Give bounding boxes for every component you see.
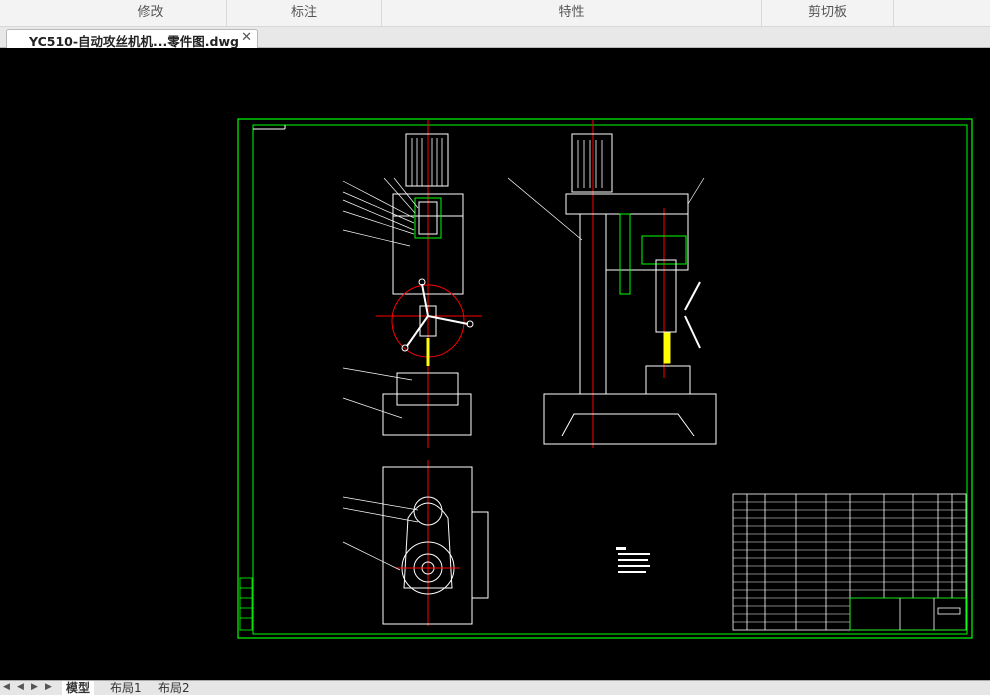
- ribbon-panel-modify[interactable]: 修改: [75, 0, 227, 26]
- document-tab-strip: YC510-自动攻丝机机...零件图.dwg ✕: [0, 27, 990, 49]
- drawing-border-inner: [252, 124, 968, 635]
- prev-layout-icon[interactable]: ◀: [17, 682, 24, 692]
- last-layout-icon[interactable]: ▶: [45, 682, 52, 692]
- drawing-border-outer: [237, 118, 973, 639]
- tab-layout2[interactable]: 布局2: [158, 681, 190, 695]
- front-view: [342, 120, 482, 448]
- technical-notes: [616, 547, 650, 573]
- top-view: [342, 460, 489, 626]
- next-layout-icon[interactable]: ▶: [31, 682, 38, 692]
- first-layout-icon[interactable]: ◀: [3, 682, 10, 692]
- layout-tab-bar: ◀ ◀ ▶ ▶ 模型 布局1 布局2: [0, 680, 990, 695]
- tab-layout1[interactable]: 布局1: [110, 681, 142, 695]
- close-icon[interactable]: ✕: [241, 30, 252, 45]
- ribbon-panel-properties[interactable]: 特性: [382, 0, 762, 26]
- ribbon-panel-bar: 修改 标注 特性 剪切板: [0, 0, 990, 27]
- cad-drawing: [237, 118, 973, 639]
- title-block: [732, 493, 967, 631]
- ribbon-panel-annotation[interactable]: 标注: [227, 0, 382, 26]
- binding-strip: [239, 577, 253, 631]
- document-tab[interactable]: YC510-自动攻丝机机...零件图.dwg ✕: [6, 29, 258, 49]
- side-view: [507, 120, 717, 448]
- drawing-canvas[interactable]: [0, 48, 990, 680]
- ribbon-panel-clipboard[interactable]: 剪切板: [762, 0, 894, 26]
- tab-model[interactable]: 模型: [62, 681, 95, 695]
